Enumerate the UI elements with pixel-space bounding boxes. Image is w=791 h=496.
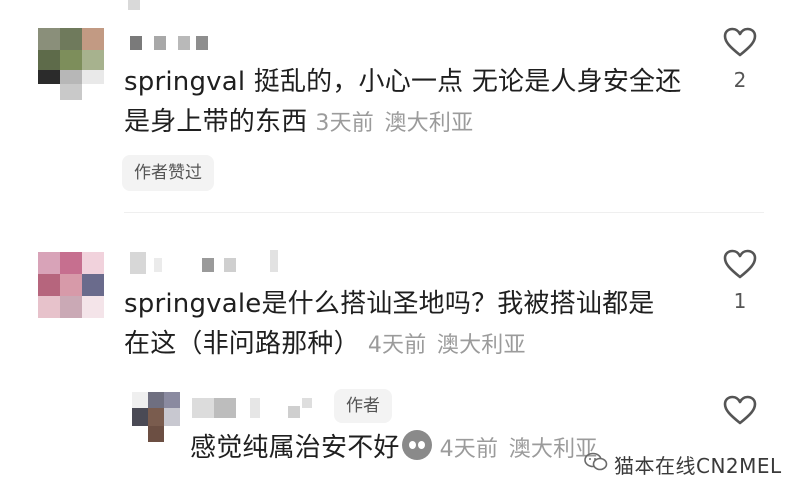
- blurred-username[interactable]: [130, 250, 280, 274]
- comment-location: 澳大利亚: [436, 333, 526, 358]
- avatar[interactable]: [38, 252, 104, 318]
- divider: [124, 212, 764, 213]
- comment-text: springval 挺乱的，小心一点 无论是人身安全还 是身上带的东西 3天前 澳…: [124, 67, 682, 137]
- like-heart-icon[interactable]: [722, 248, 758, 280]
- comment-time: 3天前: [315, 111, 375, 136]
- like-count: 1: [733, 289, 747, 313]
- neutral-face-icon: [401, 430, 432, 460]
- comment-text: springvale是什么搭讪圣地吗？我被搭讪都是 在这（非问路那种） 4天前 澳…: [124, 289, 655, 359]
- top-blur-fragment: [128, 0, 140, 10]
- wechat-icon: [584, 452, 608, 471]
- avatar[interactable]: [38, 28, 104, 100]
- comment-location: 澳大利亚: [384, 111, 474, 136]
- like-heart-icon[interactable]: [722, 26, 758, 58]
- comment-time: 4天前: [367, 333, 427, 358]
- like-count: 2: [733, 68, 747, 92]
- blurred-username[interactable]: [192, 398, 322, 418]
- watermark: 猫本在线CN2MEL: [614, 454, 782, 478]
- author-tag: 作者: [334, 389, 392, 423]
- avatar[interactable]: [132, 392, 180, 442]
- like-heart-icon[interactable]: [722, 394, 758, 426]
- blurred-username[interactable]: [130, 36, 210, 50]
- reply-time: 4天前: [439, 437, 499, 462]
- author-liked-badge: 作者赞过: [122, 155, 214, 191]
